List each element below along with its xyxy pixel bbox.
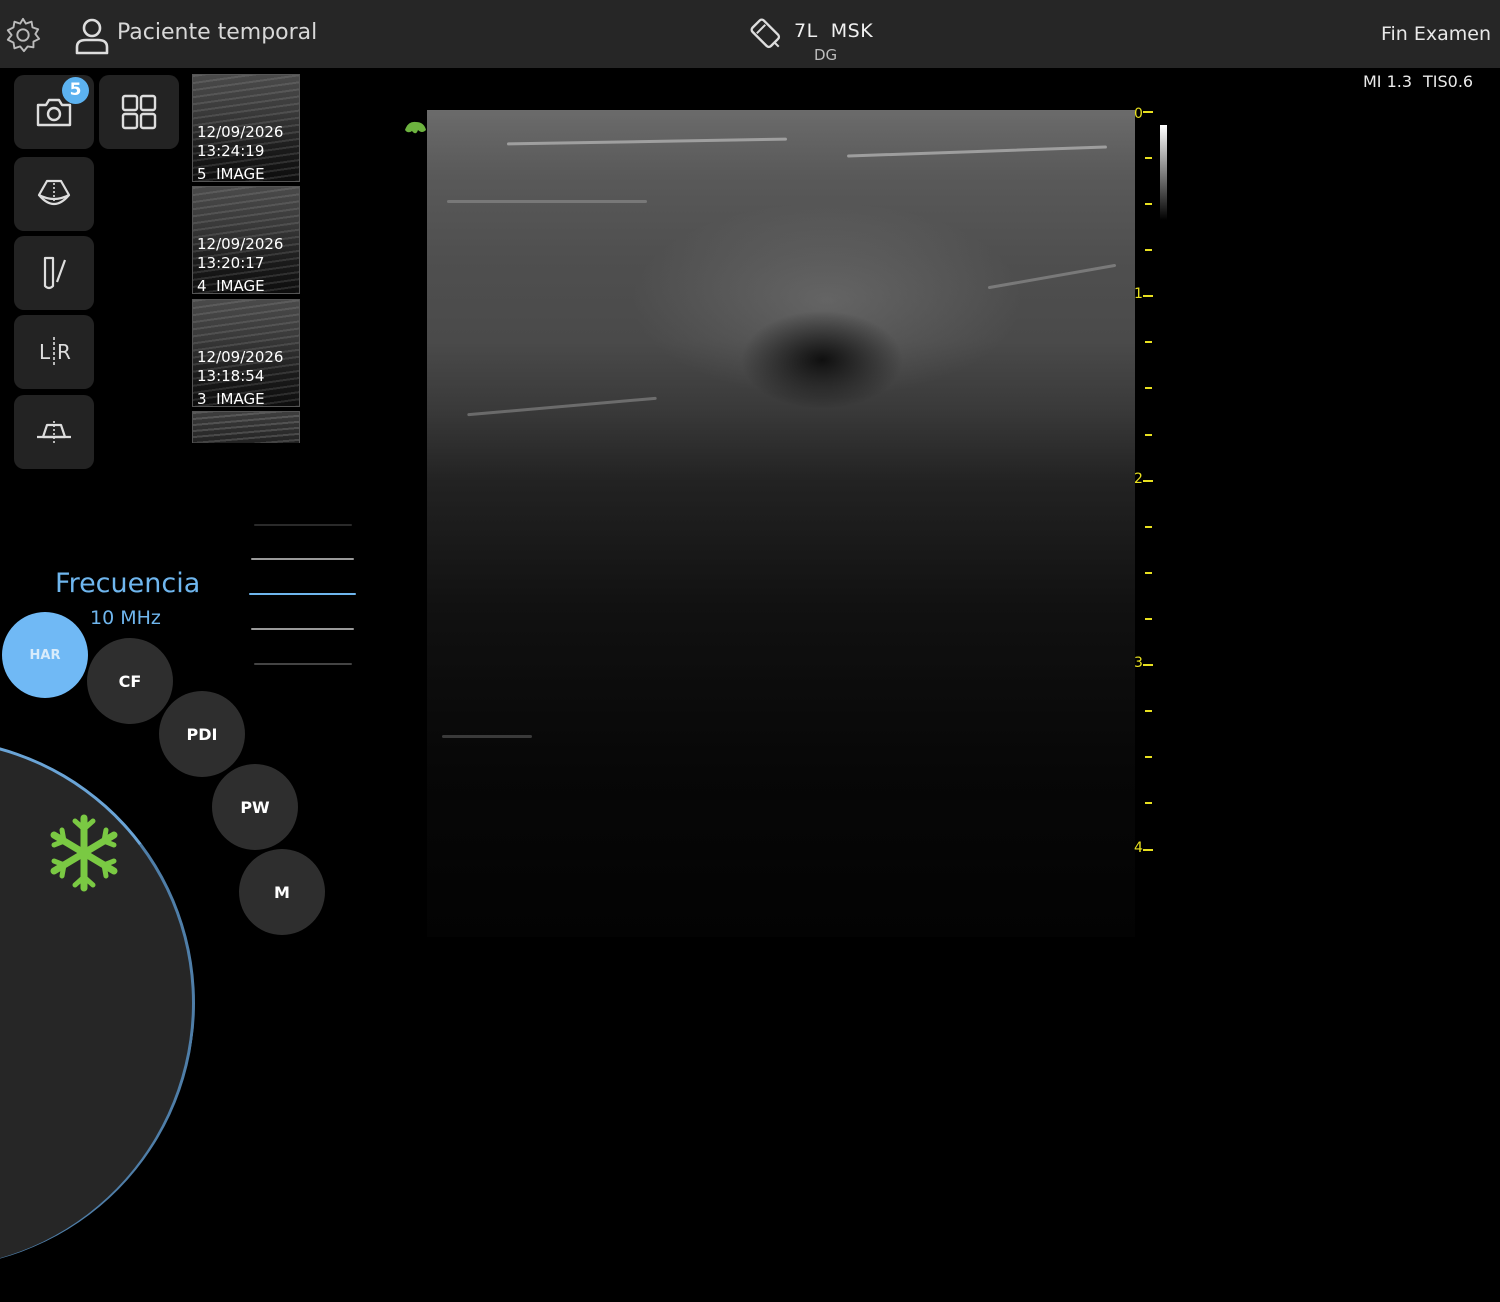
cf-mode-button[interactable]: CF: [87, 638, 173, 724]
capture-count-badge: 5: [62, 77, 89, 104]
depth-label: 2: [1134, 471, 1143, 487]
lr-flip-icon: L R: [39, 337, 71, 367]
thumbnail-partial[interactable]: [192, 411, 300, 443]
top-bar: Paciente temporal 7L MSK DG Fin Examen: [0, 0, 1500, 68]
thumbnail-image-4[interactable]: 12/09/2026 13:20:17 4 IMAGE: [192, 186, 300, 294]
frequency-label: Frecuencia: [55, 568, 201, 599]
tis-readout: TIS0.6: [1423, 72, 1474, 91]
depth-label: 3: [1134, 655, 1143, 671]
orientation-marker-icon: [405, 121, 426, 134]
dial-line: [251, 558, 354, 560]
patient-name[interactable]: Paciente temporal: [117, 20, 317, 45]
left-right-flip-button[interactable]: L R: [14, 315, 94, 389]
pdi-mode-button[interactable]: PDI: [159, 691, 245, 777]
needle-icon: [43, 256, 67, 290]
depth-label: 1: [1134, 286, 1143, 302]
linear-probe-icon: [37, 421, 71, 443]
pw-mode-button[interactable]: PW: [212, 764, 298, 850]
sector-probe-icon: [37, 179, 71, 207]
tissue-layer: [506, 137, 788, 146]
end-exam-button[interactable]: Fin Examen: [1381, 23, 1491, 45]
tissue-layer: [447, 200, 647, 203]
svg-text:L: L: [39, 340, 51, 364]
m-mode-button[interactable]: M: [239, 849, 325, 935]
thumbnail-date: 12/09/2026: [197, 348, 284, 366]
tissue-layer: [847, 145, 1107, 158]
svg-text:R: R: [57, 340, 71, 364]
dial-line: [254, 524, 352, 526]
dial-line-selected: [249, 593, 356, 595]
depth-label: 0: [1134, 106, 1143, 122]
grayscale-bar: [1160, 125, 1167, 220]
tissue-layer: [442, 735, 532, 738]
tissue-layer: [987, 263, 1117, 290]
thumbnail-time: 13:18:54: [197, 367, 265, 385]
freeze-panel: [0, 703, 230, 1302]
up-down-flip-button[interactable]: [14, 395, 94, 469]
thumbnail-time: 13:20:17: [197, 254, 265, 272]
user-icon[interactable]: [72, 16, 112, 56]
thumbnail-image-3[interactable]: 12/09/2026 13:18:54 3 IMAGE: [192, 299, 300, 407]
probe-preset[interactable]: 7L MSK: [794, 20, 873, 42]
thumbnail-date: 12/09/2026: [197, 235, 284, 253]
depth-label: 4: [1134, 840, 1143, 856]
probe-sub-preset: DG: [814, 46, 838, 64]
tissue-layer: [467, 396, 657, 417]
body-mark-button[interactable]: [14, 157, 94, 231]
frequency-value: 10 MHz: [90, 607, 161, 629]
thumbnail-date: 12/09/2026: [197, 123, 284, 141]
thumbnail-time: 13:24:19: [197, 142, 265, 160]
ultrasound-image[interactable]: [427, 110, 1135, 937]
thumbnail-label: 4 IMAGE: [197, 277, 265, 294]
thumbnail-image-5[interactable]: 12/09/2026 13:24:19 5 IMAGE: [192, 74, 300, 182]
dial-line: [254, 663, 352, 665]
needle-guide-button[interactable]: [14, 236, 94, 310]
har-mode-button[interactable]: HAR: [2, 612, 88, 698]
thumbnail-label: 3 IMAGE: [197, 390, 265, 407]
mi-readout: MI 1.3: [1363, 72, 1413, 91]
dial-line: [251, 628, 354, 630]
gear-icon[interactable]: [4, 16, 42, 54]
thumbnail-label: 5 IMAGE: [197, 165, 265, 182]
gallery-button[interactable]: [99, 75, 179, 149]
probe-icon[interactable]: [746, 14, 786, 54]
grid-icon: [121, 94, 157, 130]
snowflake-icon[interactable]: [44, 812, 124, 894]
